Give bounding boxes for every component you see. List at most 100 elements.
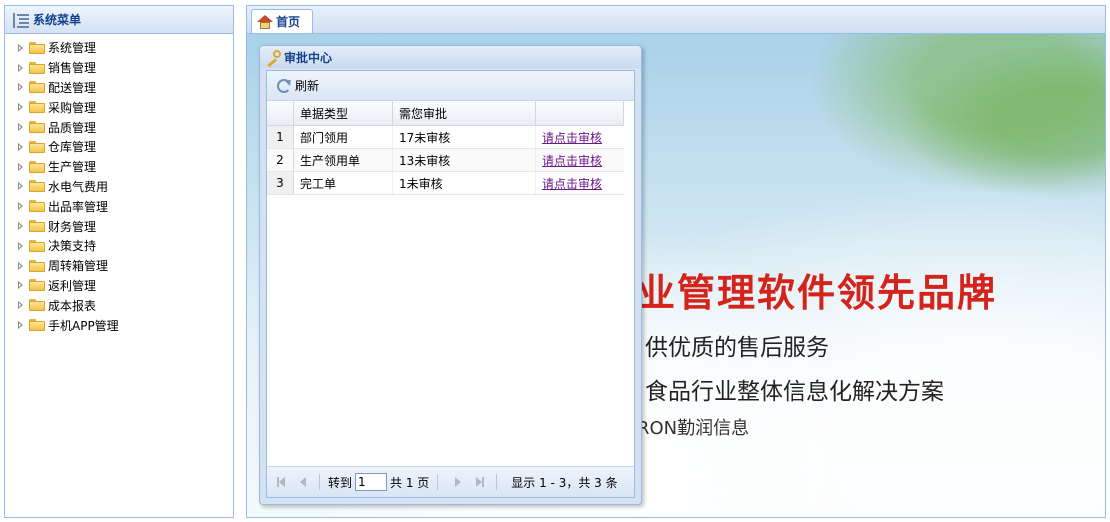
- menu-item-finance[interactable]: 财务管理: [5, 216, 233, 236]
- approval-center-header[interactable]: 审批中心: [260, 46, 641, 68]
- folder-icon: [29, 121, 45, 134]
- pager-separator: [496, 474, 498, 490]
- last-page-icon: [482, 477, 485, 487]
- menu-item-label: 成本报表: [48, 298, 97, 313]
- tab-bar: 首页: [247, 6, 1105, 34]
- folder-icon: [29, 200, 45, 213]
- menu-item-cost-report[interactable]: 成本报表: [5, 295, 233, 315]
- folder-icon: [29, 140, 45, 153]
- expand-arrow-icon[interactable]: [18, 321, 23, 330]
- pagination-bar: 转到 共 1 页 显示 1 - 3，共 3 条: [267, 466, 634, 497]
- cell-pending: 1未审核: [392, 171, 536, 195]
- row-number: 3: [267, 171, 294, 195]
- pager-separator: [319, 474, 320, 490]
- expand-arrow-icon[interactable]: [18, 83, 23, 92]
- expand-arrow-icon[interactable]: [18, 182, 23, 191]
- pager-summary: 显示 1 - 3，共 3 条: [511, 475, 618, 490]
- folder-icon: [29, 101, 45, 114]
- goto-label: 转到: [328, 475, 353, 490]
- menu-item-rebate[interactable]: 返利管理: [5, 276, 233, 296]
- menu-tree: 系统管理 销售管理 配送管理 采购管理 品质管理 仓库管理 生产管理 水电气费用…: [5, 34, 233, 335]
- menu-item-label: 出品率管理: [48, 199, 109, 214]
- menu-item-label: 系统管理: [48, 41, 97, 56]
- refresh-icon[interactable]: [277, 78, 291, 93]
- folder-icon: [29, 61, 45, 74]
- menu-item-label: 财务管理: [48, 219, 97, 234]
- banner-slogan-line2: 供优质的售后服务: [645, 335, 829, 361]
- home-icon: [257, 14, 273, 29]
- menu-item-label: 采购管理: [48, 100, 97, 115]
- review-link[interactable]: 请点击审核: [542, 177, 602, 191]
- review-link[interactable]: 请点击审核: [542, 131, 602, 145]
- menu-item-crate[interactable]: 周转箱管理: [5, 256, 233, 276]
- banner-slogan-line1: 业管理软件领先品牌: [637, 270, 998, 315]
- menu-item-label: 销售管理: [48, 61, 97, 76]
- page-number-input[interactable]: [355, 473, 388, 491]
- menu-item-decision[interactable]: 决策支持: [5, 236, 233, 256]
- menu-item-delivery[interactable]: 配送管理: [5, 78, 233, 98]
- menu-item-system[interactable]: 系统管理: [5, 38, 233, 58]
- menu-item-yield[interactable]: 出品率管理: [5, 196, 233, 216]
- expand-arrow-icon[interactable]: [18, 142, 23, 151]
- tab-home[interactable]: 首页: [251, 9, 313, 33]
- folder-icon: [29, 279, 45, 292]
- row-number: 1: [267, 125, 294, 149]
- folder-icon: [29, 180, 45, 193]
- expand-arrow-icon[interactable]: [18, 202, 23, 211]
- cell-type: 生产领用单: [293, 148, 393, 172]
- menu-item-mobile-app[interactable]: 手机APP管理: [5, 315, 233, 335]
- refresh-button[interactable]: 刷新: [295, 77, 319, 94]
- row-number-header: [267, 101, 294, 126]
- first-page-button[interactable]: [273, 475, 289, 489]
- menu-item-quality[interactable]: 品质管理: [5, 117, 233, 137]
- approval-center-body: 刷新 单据类型 需您审批 1 部门领用 17未审核 请点击审核 2 生产领用单 …: [266, 70, 635, 498]
- first-page-arrow-icon: [279, 477, 285, 487]
- menu-item-label: 返利管理: [48, 278, 97, 293]
- approval-toolbar: 刷新: [267, 71, 634, 101]
- expand-arrow-icon[interactable]: [18, 261, 23, 270]
- folder-icon: [29, 41, 45, 54]
- system-menu-title: 系统菜单: [33, 13, 82, 27]
- menu-item-label: 配送管理: [48, 80, 97, 95]
- menu-item-label: 决策支持: [48, 239, 97, 254]
- expand-arrow-icon[interactable]: [18, 103, 23, 112]
- folder-icon: [29, 259, 45, 272]
- pager-separator: [437, 474, 439, 490]
- column-header-type[interactable]: 单据类型: [293, 101, 393, 126]
- expand-arrow-icon[interactable]: [18, 222, 23, 231]
- banner-company-name: RON勤润信息: [637, 418, 750, 439]
- expand-arrow-icon[interactable]: [18, 241, 23, 250]
- table-row[interactable]: 3 完工单 1未审核 请点击审核: [267, 171, 624, 195]
- expand-arrow-icon[interactable]: [18, 43, 23, 52]
- system-menu-panel: 系统菜单 系统管理 销售管理 配送管理 采购管理 品质管理 仓库管理 生产管理 …: [4, 5, 234, 518]
- next-page-button[interactable]: [450, 475, 466, 489]
- banner-slogan-line3: 食品行业整体信息化解决方案: [645, 379, 944, 405]
- prev-page-button[interactable]: [295, 475, 311, 489]
- menu-item-utilities[interactable]: 水电气费用: [5, 177, 233, 197]
- expand-arrow-icon[interactable]: [18, 301, 23, 310]
- menu-item-purchase[interactable]: 采购管理: [5, 97, 233, 117]
- expand-arrow-icon[interactable]: [18, 63, 23, 72]
- system-menu-header: 系统菜单: [5, 6, 233, 34]
- expand-arrow-icon[interactable]: [18, 281, 23, 290]
- cell-action: 请点击审核: [535, 125, 624, 149]
- menu-item-production[interactable]: 生产管理: [5, 157, 233, 177]
- menu-item-warehouse[interactable]: 仓库管理: [5, 137, 233, 157]
- review-link[interactable]: 请点击审核: [542, 154, 602, 168]
- menu-item-sales[interactable]: 销售管理: [5, 58, 233, 78]
- table-row[interactable]: 1 部门领用 17未审核 请点击审核: [267, 125, 624, 149]
- expand-arrow-icon[interactable]: [18, 162, 23, 171]
- folder-icon: [29, 319, 45, 332]
- approval-center-panel: 审批中心 刷新 单据类型 需您审批 1 部门领用 17未审核 请点击审核 2 生…: [259, 45, 642, 505]
- expand-arrow-icon[interactable]: [18, 123, 23, 132]
- cell-action: 请点击审核: [535, 171, 624, 195]
- column-header-action[interactable]: [535, 101, 624, 126]
- folder-icon: [29, 81, 45, 94]
- folder-icon: [29, 160, 45, 173]
- key-icon: [265, 50, 281, 64]
- last-page-button[interactable]: [472, 475, 488, 489]
- folder-icon: [29, 299, 45, 312]
- column-header-pending[interactable]: 需您审批: [392, 101, 536, 126]
- table-row[interactable]: 2 生产领用单 13未审核 请点击审核: [267, 148, 624, 172]
- next-page-icon: [455, 477, 462, 487]
